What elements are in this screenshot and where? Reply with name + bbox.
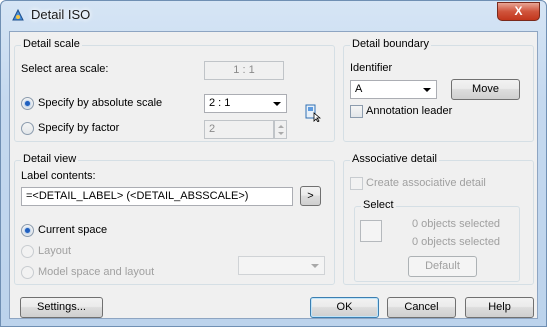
selection-preview[interactable] (360, 220, 382, 242)
annotation-leader-checkbox[interactable] (350, 105, 363, 118)
area-scale-field: 1 : 1 (204, 61, 284, 80)
select-group: Select 0 objects selected 0 objects sele… (354, 199, 520, 282)
layout-label[interactable]: Layout (38, 245, 71, 257)
absolute-scale-combo[interactable]: 2 : 1 (204, 94, 287, 113)
detail-scale-group: Detail scale Select area scale: 1 : 1 Sp… (14, 38, 335, 142)
detail-boundary-group: Detail boundary Identifier A Move Annota… (343, 38, 534, 142)
select-area-scale-label: Select area scale: (21, 63, 109, 75)
identifier-label: Identifier (350, 62, 393, 74)
ok-button[interactable]: OK (310, 297, 379, 318)
layout-radio[interactable] (21, 245, 34, 258)
identifier-value: A (355, 83, 363, 95)
app-icon (12, 8, 24, 21)
layout-combo[interactable] (238, 256, 325, 275)
objects-selected-1: 0 objects selected (412, 218, 501, 230)
factor-label[interactable]: Specify by factor (38, 122, 119, 134)
move-button[interactable]: Move (451, 79, 520, 100)
label-contents-field[interactable]: =<DETAIL_LABEL> (<DETAIL_ABSSCALE>) (21, 187, 293, 206)
spin-up-icon (278, 125, 284, 128)
dialog-body: Detail scale Select area scale: 1 : 1 Sp… (9, 31, 538, 319)
model-space-layout-radio[interactable] (21, 266, 34, 279)
chevron-down-icon (423, 88, 431, 92)
associative-detail-group: Associative detail Create associative de… (343, 153, 534, 285)
detail-boundary-title: Detail boundary (350, 38, 432, 50)
factor-spinner[interactable] (274, 120, 287, 139)
default-button[interactable]: Default (408, 256, 477, 277)
label-contents-label: Label contents: (21, 170, 96, 182)
select-title: Select (361, 199, 396, 211)
chevron-down-icon (311, 264, 319, 268)
identifier-combo[interactable]: A (350, 80, 437, 99)
help-button[interactable]: Help (465, 297, 534, 318)
cancel-button[interactable]: Cancel (387, 297, 456, 318)
factor-radio[interactable] (21, 122, 34, 135)
annotation-leader-label[interactable]: Annotation leader (366, 105, 452, 117)
chevron-down-icon (273, 102, 281, 106)
detail-scale-title: Detail scale (21, 38, 82, 50)
window-title: Detail ISO (31, 7, 91, 22)
create-associative-label[interactable]: Create associative detail (366, 177, 486, 189)
detail-view-group: Detail view Label contents: =<DETAIL_LAB… (14, 153, 335, 285)
factor-field[interactable]: 2 (204, 120, 274, 139)
associative-detail-title: Associative detail (350, 153, 439, 165)
settings-button[interactable]: Settings... (20, 297, 103, 318)
spin-down-icon (278, 132, 284, 135)
pick-scale-icon[interactable] (305, 104, 321, 122)
absolute-scale-value: 2 : 1 (209, 97, 231, 109)
objects-selected-2: 0 objects selected (412, 236, 501, 248)
title-bar[interactable]: Detail ISO X (1, 1, 546, 28)
absolute-scale-radio[interactable] (21, 97, 34, 110)
create-associative-checkbox[interactable] (350, 177, 363, 190)
close-button[interactable]: X (497, 2, 540, 21)
current-space-label[interactable]: Current space (38, 224, 107, 236)
label-contents-more-button[interactable]: > (300, 186, 321, 206)
current-space-radio[interactable] (21, 224, 34, 237)
detail-view-title: Detail view (21, 153, 79, 165)
dialog-window: Detail ISO X Detail scale Select area sc… (0, 0, 547, 327)
absolute-scale-label[interactable]: Specify by absolute scale (38, 97, 162, 109)
model-space-layout-label[interactable]: Model space and layout (38, 266, 154, 278)
